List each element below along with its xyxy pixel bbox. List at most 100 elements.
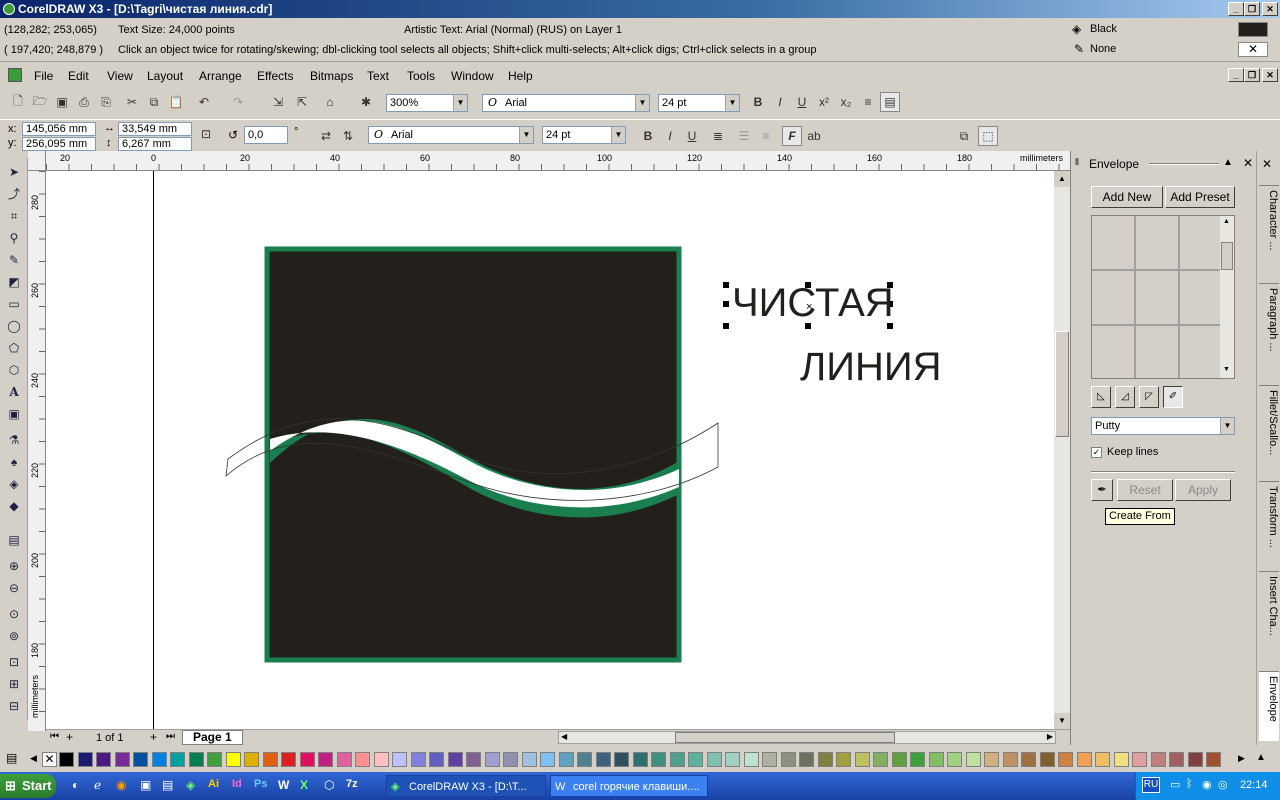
quicklaunch-icon[interactable]: ▣ [140, 778, 151, 792]
bold-icon[interactable]: B [748, 92, 768, 112]
format-text-icon[interactable]: F [782, 126, 802, 146]
align-icon[interactable]: ≣ [708, 126, 728, 146]
color-swatch[interactable] [521, 752, 537, 767]
color-swatch[interactable] [965, 752, 981, 767]
start-button[interactable]: ⊞ Start [0, 774, 56, 798]
zoom-height-icon[interactable]: ⊟ [4, 696, 24, 716]
preset-grid[interactable]: ▲ ▼ [1091, 215, 1235, 379]
menu-view[interactable]: View [107, 69, 133, 83]
undo-icon[interactable]: ↶ [194, 92, 214, 112]
unconstrained-mode-icon[interactable]: ✐ [1163, 386, 1183, 408]
lock-ratio-icon[interactable]: ⊡ [196, 124, 216, 144]
page-tab[interactable]: Page 1 [182, 730, 243, 745]
horizontal-ruler[interactable]: 20 0 20 40 60 80 100 120 140 160 180 mil… [46, 151, 1070, 171]
mirror-vertical-icon[interactable]: ⇅ [338, 126, 358, 146]
preset-scroll-down-icon[interactable]: ▼ [1223, 366, 1230, 373]
color-swatch[interactable] [170, 752, 185, 767]
excel-icon[interactable]: X [300, 778, 308, 792]
color-swatch[interactable] [706, 752, 722, 767]
x-position-field[interactable]: 145,056 mm [22, 122, 96, 136]
scroll-up-arrow-icon[interactable]: ▲ [1054, 171, 1070, 187]
color-swatch[interactable] [836, 752, 851, 767]
reset-button[interactable]: Reset [1117, 479, 1173, 501]
single-arc-mode-icon[interactable]: ◿ [1115, 386, 1135, 408]
ie-icon[interactable]: ℯ [94, 778, 101, 792]
polygon-tool-icon[interactable]: ⬠ [4, 338, 24, 358]
color-swatch[interactable] [1002, 752, 1018, 767]
color-swatch[interactable] [59, 752, 74, 767]
underline-icon[interactable]: U [792, 92, 812, 112]
menu-tools[interactable]: Tools [407, 69, 435, 83]
menu-effects[interactable]: Effects [257, 69, 293, 83]
zoom-selected-icon[interactable]: ⊙ [4, 604, 24, 624]
zoom-page-icon[interactable]: ⊡ [4, 652, 24, 672]
view-manager-icon[interactable]: ▤ [4, 530, 24, 550]
color-swatch[interactable] [133, 752, 148, 767]
menu-layout[interactable]: Layout [147, 69, 183, 83]
task-word-document[interactable]: Wcorel горячие клавиши.... [550, 775, 708, 797]
palette-scroll-right-icon[interactable]: ▶ [1238, 753, 1245, 764]
eyedropper-tool-icon[interactable]: ⚗ [4, 430, 24, 450]
illustrator-icon[interactable]: Ai [208, 778, 219, 790]
color-swatch[interactable] [77, 752, 93, 767]
y-position-field[interactable]: 256,095 mm [22, 137, 96, 151]
height-field[interactable]: 6,267 mm [118, 137, 192, 151]
vertical-ruler[interactable]: 280 260 240 220 200 180 millimeters [28, 171, 46, 731]
palette-scroll-left-icon[interactable]: ◀ [30, 753, 37, 764]
subscript-icon[interactable]: x₂ [836, 92, 856, 112]
color-swatch[interactable] [503, 752, 518, 767]
color-swatch[interactable] [947, 752, 962, 767]
no-fill-swatch[interactable]: ✕ [42, 752, 57, 767]
color-swatch[interactable] [447, 752, 463, 767]
paste-icon[interactable]: 📋 [166, 92, 186, 112]
color-swatch[interactable] [762, 752, 777, 767]
to-front-icon[interactable]: ⧉ [954, 126, 974, 146]
double-arc-mode-icon[interactable]: ◸ [1139, 386, 1159, 408]
corel-online-icon[interactable]: ✱ [356, 92, 376, 112]
color-swatch[interactable] [1150, 752, 1166, 767]
tray-icon[interactable]: ◎ [1218, 778, 1228, 791]
property-font-select[interactable]: O Arial ▼ [368, 126, 534, 144]
color-swatch[interactable] [558, 752, 574, 767]
volume-icon[interactable]: ◉ [1202, 778, 1212, 791]
network-icon[interactable]: ▭ [1170, 778, 1180, 791]
color-swatch[interactable] [614, 752, 629, 767]
docker-grip-icon[interactable]: ⦀ [1075, 157, 1079, 168]
drop-cap-icon[interactable]: ≡ [756, 126, 776, 146]
color-swatch[interactable] [225, 752, 241, 767]
rotation-angle-field[interactable]: 0,0 [244, 126, 288, 144]
restore-button[interactable]: ❐ [1244, 2, 1260, 16]
shape-tool-icon[interactable]: ⤴ [4, 184, 24, 204]
zoom-tool-icon[interactable]: ⚲ [4, 228, 24, 248]
word-icon[interactable]: W [278, 778, 289, 792]
color-swatch[interactable] [1187, 752, 1203, 767]
zoom-out-icon[interactable]: ⊖ [4, 578, 24, 598]
color-swatch[interactable] [1132, 752, 1147, 767]
firefox-icon[interactable]: ◉ [116, 778, 126, 792]
font-list-select[interactable]: O Arial ▼ [482, 94, 650, 112]
italic-icon[interactable]: I [770, 92, 790, 112]
dark-square[interactable] [264, 246, 682, 663]
new-document-icon[interactable]: 🗋 [8, 92, 28, 112]
color-swatch[interactable] [873, 752, 888, 767]
drawing-canvas[interactable]: × ЧИСТАЯ ЛИНИЯ [46, 171, 1054, 729]
color-swatch[interactable] [96, 752, 111, 767]
edit-text-prop-icon[interactable]: ab [804, 126, 824, 146]
7zip-icon[interactable]: 7z [346, 778, 358, 790]
convert-to-curves-icon[interactable]: ⬚ [978, 126, 998, 146]
add-page-icon[interactable]: + [66, 730, 73, 744]
color-swatch[interactable] [743, 752, 759, 767]
import-icon[interactable]: ⇲ [268, 92, 288, 112]
doc-minimize-button[interactable]: _ [1228, 68, 1244, 82]
tab-envelope[interactable]: Envelope [1259, 671, 1279, 741]
add-preset-button[interactable]: Add Preset [1165, 186, 1235, 208]
basic-shapes-tool-icon[interactable]: ⬡ [4, 360, 24, 380]
color-swatch[interactable] [373, 752, 389, 767]
prop-italic-icon[interactable]: I [660, 126, 680, 146]
color-swatch[interactable] [780, 752, 796, 767]
menu-bitmaps[interactable]: Bitmaps [310, 69, 353, 83]
menu-help[interactable]: Help [508, 69, 533, 83]
keep-lines-checkbox[interactable]: ✓ [1091, 447, 1102, 458]
docker-collapse-icon[interactable]: ▲ [1223, 157, 1233, 168]
color-swatch[interactable] [466, 752, 481, 767]
